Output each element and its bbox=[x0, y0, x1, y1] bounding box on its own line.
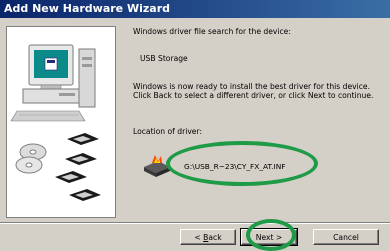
wizard-dialog: Add New Hardware Wizard Windows driver f… bbox=[0, 0, 390, 251]
window-title: Add New Hardware Wizard bbox=[4, 2, 171, 15]
cancel-label: Cancel bbox=[333, 233, 359, 242]
back-label: Back bbox=[203, 233, 222, 242]
wizard-illustration bbox=[6, 26, 116, 218]
back-button[interactable]: < Back bbox=[180, 229, 236, 245]
ready-text: Windows is now ready to install the best… bbox=[133, 82, 374, 100]
highlight-ellipse-driver bbox=[166, 141, 318, 186]
device-name: USB Storage bbox=[140, 54, 188, 63]
location-label: Location of driver: bbox=[133, 127, 203, 136]
highlight-ellipse-next bbox=[246, 219, 296, 251]
title-bar[interactable]: Add New Hardware Wizard bbox=[0, 0, 390, 18]
cancel-button[interactable]: Cancel bbox=[313, 229, 379, 245]
back-prefix: < bbox=[194, 233, 204, 242]
search-intro-text: Windows driver file search for the devic… bbox=[133, 27, 291, 36]
button-separator bbox=[0, 222, 390, 224]
